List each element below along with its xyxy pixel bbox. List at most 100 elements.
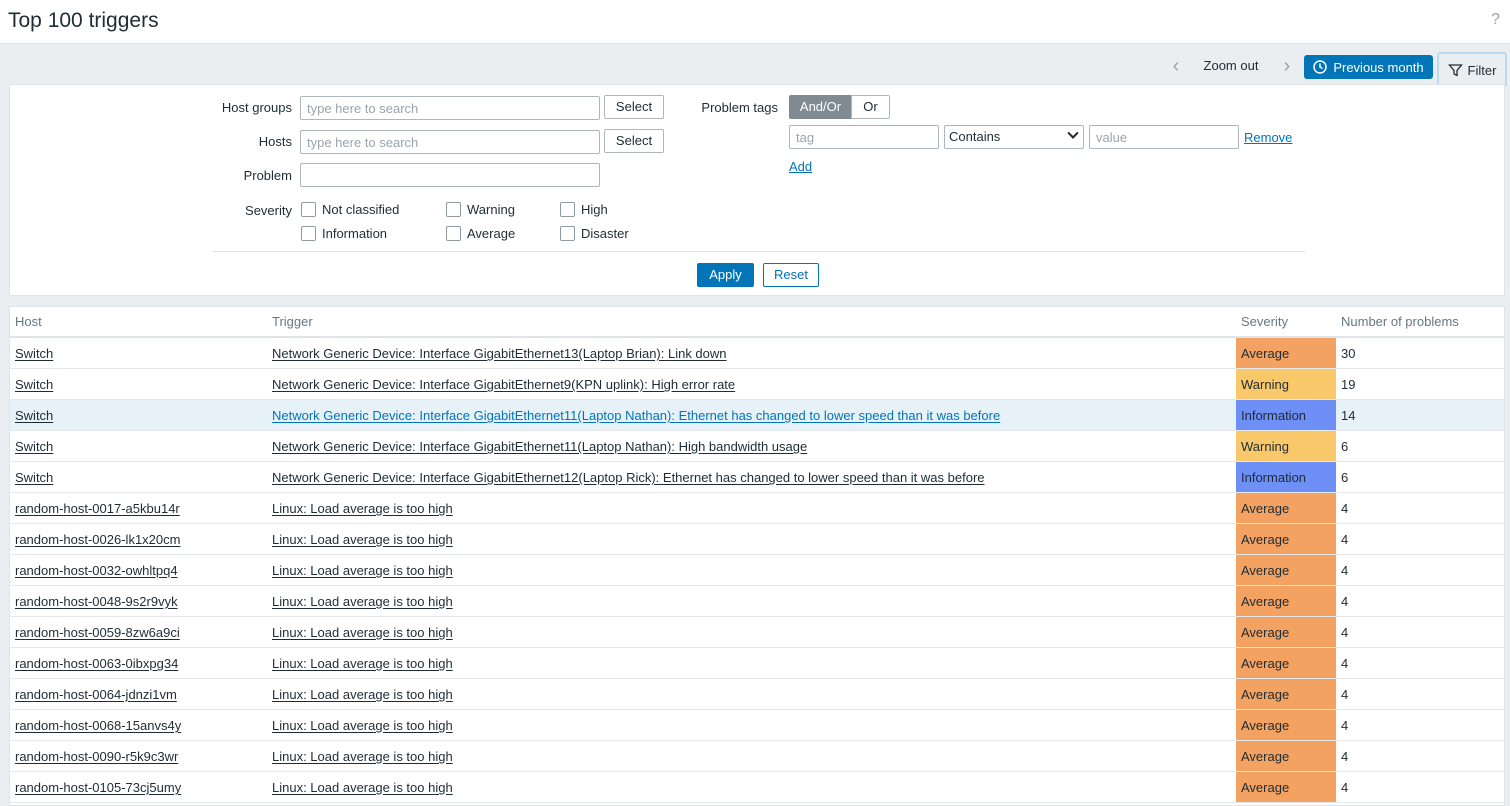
trigger-link[interactable]: Network Generic Device: Interface Gigabi… [272,346,727,361]
problem-count: 4 [1341,687,1349,702]
checkbox-box[interactable] [301,202,316,217]
checkbox-box[interactable] [301,226,316,241]
triggers-table: Host Trigger Severity Number of problems… [9,306,1505,806]
problem-count: 6 [1341,439,1349,454]
host-link[interactable]: random-host-0017-a5kbu14r [15,501,180,516]
host-link[interactable]: Switch [15,346,53,361]
problem-input[interactable] [300,163,600,187]
host-link[interactable]: random-host-0063-0ibxpg34 [15,656,178,671]
severity-badge: Information [1236,400,1336,430]
trigger-link[interactable]: Linux: Load average is too high [272,594,453,609]
trigger-link[interactable]: Network Generic Device: Interface Gigabi… [272,470,985,485]
severity-high-checkbox[interactable]: High [560,202,608,217]
page-title: Top 100 triggers [8,9,159,32]
hosts-select-button[interactable]: Select [604,129,664,153]
filter-tab-label: Filter [1467,62,1497,78]
severity-badge: Information [1236,462,1336,492]
checkbox-box[interactable] [560,202,575,217]
problem-count: 4 [1341,625,1349,640]
column-severity[interactable]: Severity [1241,314,1288,329]
trigger-link[interactable]: Linux: Load average is too high [272,656,453,671]
host-link[interactable]: Switch [15,377,53,392]
table-row: Switch Network Generic Device: Interface … [10,400,1504,431]
problem-count: 6 [1341,470,1349,485]
clock-icon [1313,60,1328,74]
trigger-link[interactable]: Linux: Load average is too high [272,563,453,578]
column-trigger[interactable]: Trigger [272,314,313,329]
host-groups-input[interactable] [300,96,600,120]
host-groups-select-button[interactable]: Select [604,95,664,119]
chevron-left-icon[interactable]: ‹ [1167,56,1185,78]
host-link[interactable]: random-host-0032-owhltpq4 [15,563,178,578]
reset-button[interactable]: Reset [763,263,819,287]
problem-count: 30 [1341,346,1356,361]
tags-or-toggle[interactable]: Or [851,95,890,119]
trigger-link[interactable]: Linux: Load average is too high [272,718,453,733]
trigger-link[interactable]: Linux: Load average is too high [272,532,453,547]
page-header: Top 100 triggers ? [0,0,1510,44]
previous-month-button[interactable]: Previous month [1304,55,1433,79]
problem-count: 4 [1341,563,1349,578]
severity-warning-checkbox[interactable]: Warning [446,202,515,217]
hosts-input[interactable] [300,130,600,154]
add-tag-link[interactable]: Add [789,159,812,174]
host-link[interactable]: random-host-0048-9s2r9vyk [15,594,178,609]
column-host[interactable]: Host [15,314,42,329]
host-link[interactable]: random-host-0068-15anvs4y [15,718,181,733]
tag-name-input[interactable] [789,125,939,149]
help-icon[interactable]: ? [1491,11,1500,29]
severity-badge: Average [1236,710,1336,740]
severity-average-checkbox[interactable]: Average [446,226,515,241]
tag-value-input[interactable] [1089,125,1239,149]
host-link[interactable]: Switch [15,408,53,423]
trigger-link[interactable]: Linux: Load average is too high [272,749,453,764]
zoom-out-button[interactable]: Zoom out [1196,58,1266,73]
severity-disaster-checkbox[interactable]: Disaster [560,226,629,241]
severity-badge: Average [1236,493,1336,523]
tag-operator-select[interactable]: Contains [944,125,1084,149]
trigger-link[interactable]: Linux: Load average is too high [272,687,453,702]
host-link[interactable]: Switch [15,439,53,454]
severity-badge: Average [1236,555,1336,585]
table-header: Host Trigger Severity Number of problems [10,307,1504,338]
host-link[interactable]: random-host-0026-lk1x20cm [15,532,180,547]
problem-count: 4 [1341,718,1349,733]
severity-label: Severity [245,203,292,218]
host-link[interactable]: random-host-0064-jdnzi1vm [15,687,177,702]
remove-tag-link[interactable]: Remove [1244,130,1292,145]
trigger-link[interactable]: Network Generic Device: Interface Gigabi… [272,377,735,392]
tag-operator-value: Contains [949,129,1001,144]
column-number-of-problems[interactable]: Number of problems [1341,314,1459,329]
checkbox-box[interactable] [446,226,461,241]
filter-tab[interactable]: Filter [1437,52,1507,86]
host-link[interactable]: random-host-0059-8zw6a9ci [15,625,180,640]
severity-badge: Average [1236,679,1336,709]
trigger-link[interactable]: Linux: Load average is too high [272,501,453,516]
checkbox-box[interactable] [446,202,461,217]
host-link[interactable]: random-host-0090-r5k9c3wr [15,749,178,764]
problem-count: 4 [1341,780,1349,795]
severity-not-classified-checkbox[interactable]: Not classified [301,202,399,217]
trigger-link[interactable]: Network Generic Device: Interface Gigabi… [272,439,807,454]
severity-badge: Warning [1236,369,1336,399]
tags-andor-toggle[interactable]: And/Or [789,95,852,119]
severity-information-checkbox[interactable]: Information [301,226,387,241]
problem-count: 4 [1341,656,1349,671]
severity-badge: Average [1236,524,1336,554]
host-link[interactable]: Switch [15,470,53,485]
table-row: random-host-0063-0ibxpg34 Linux: Load ave… [10,648,1504,679]
problem-count: 4 [1341,532,1349,547]
severity-badge: Warning [1236,431,1336,461]
problem-count: 4 [1341,594,1349,609]
time-toolbar: ‹ Zoom out › Previous month Filter [0,52,1510,86]
host-link[interactable]: random-host-0105-73cj5umy [15,780,181,795]
chevron-right-icon[interactable]: › [1278,56,1296,78]
trigger-link[interactable]: Linux: Load average is too high [272,625,453,640]
trigger-link[interactable]: Linux: Load average is too high [272,780,453,795]
checkbox-label: Not classified [322,202,400,217]
trigger-link[interactable]: Network Generic Device: Interface Gigabi… [272,408,1000,423]
apply-button[interactable]: Apply [697,263,754,287]
severity-badge: Average [1236,648,1336,678]
checkbox-box[interactable] [560,226,575,241]
table-row: random-host-0105-73cj5umy Linux: Load ave… [10,772,1504,803]
